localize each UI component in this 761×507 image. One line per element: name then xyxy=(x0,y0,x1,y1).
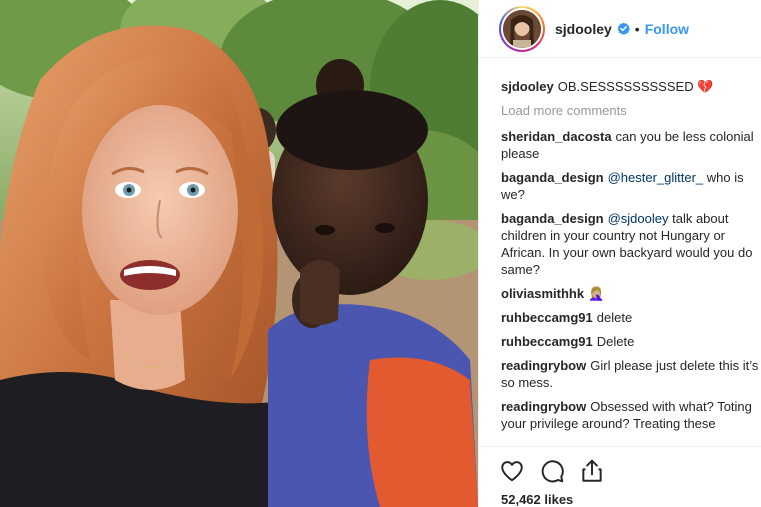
instagram-post: sjdooley • Follow sjdooley OB.SESSSSSSSSS… xyxy=(0,0,761,507)
post-photo[interactable] xyxy=(0,0,478,507)
avatar-image xyxy=(503,9,541,48)
comment-text: 🤦🏼‍♀️ xyxy=(588,286,605,301)
header-username[interactable]: sjdooley xyxy=(555,21,612,37)
verified-badge-icon xyxy=(617,22,630,35)
comment-username[interactable]: baganda_design xyxy=(501,170,604,185)
comment-item: sheridan_dacosta can you be less colonial… xyxy=(501,128,761,162)
comment-mention-link[interactable]: @hester_glitter_ xyxy=(608,170,704,185)
avatar[interactable] xyxy=(503,9,541,48)
post-actions-bar: 52,462 likes xyxy=(479,446,761,507)
caption: sjdooley OB.SESSSSSSSSSED 💔 xyxy=(501,78,761,95)
comment-username[interactable]: baganda_design xyxy=(501,211,604,226)
comment-bubble-icon[interactable] xyxy=(539,458,565,484)
header-separator: • xyxy=(634,20,640,37)
caption-text: OB.SESSSSSSSSSED 💔 xyxy=(557,79,714,94)
comment-username[interactable]: readingrybow xyxy=(501,358,586,373)
comment-text: Delete xyxy=(596,334,635,349)
comment-username[interactable]: sheridan_dacosta xyxy=(501,129,612,144)
comment-item: readingrybow Obsessed with what? Toting y… xyxy=(501,398,761,432)
comment-username[interactable]: ruhbeccamg91 xyxy=(501,334,593,349)
heart-icon[interactable] xyxy=(499,458,525,484)
comment-username[interactable]: readingrybow xyxy=(501,399,586,414)
action-icons xyxy=(499,458,619,484)
comment-item: ruhbeccamg91 Delete xyxy=(501,333,761,350)
load-more-comments-link[interactable]: Load more comments xyxy=(501,102,761,119)
comment-item: baganda_design @sjdooley talk about child… xyxy=(501,210,761,278)
comment-item: baganda_design @hester_glitter_ who is we… xyxy=(501,169,761,203)
comment-text: delete xyxy=(596,310,633,325)
comment-username[interactable]: ruhbeccamg91 xyxy=(501,310,593,325)
avatar-story-ring[interactable] xyxy=(499,5,545,52)
likes-count[interactable]: 52,462 likes xyxy=(501,492,573,507)
caption-username[interactable]: sjdooley xyxy=(501,79,554,94)
comment-mention-link[interactable]: @sjdooley xyxy=(608,211,669,226)
comment-item: ruhbeccamg91 delete xyxy=(501,309,761,326)
post-side-panel: sjdooley • Follow sjdooley OB.SESSSSSSSSS… xyxy=(478,0,761,507)
comments-list[interactable]: sjdooley OB.SESSSSSSSSSED 💔 Load more com… xyxy=(501,78,761,445)
avatar-gap xyxy=(501,7,543,50)
post-header: sjdooley • Follow xyxy=(479,0,761,58)
follow-button[interactable]: Follow xyxy=(645,21,689,37)
comment-item: readingrybow Girl please just delete this… xyxy=(501,357,761,391)
share-icon[interactable] xyxy=(579,458,605,484)
comment-item: oliviasmithhk 🤦🏼‍♀️ xyxy=(501,285,761,302)
photo-selfie-illustration xyxy=(0,0,478,507)
comment-username[interactable]: oliviasmithhk xyxy=(501,286,584,301)
